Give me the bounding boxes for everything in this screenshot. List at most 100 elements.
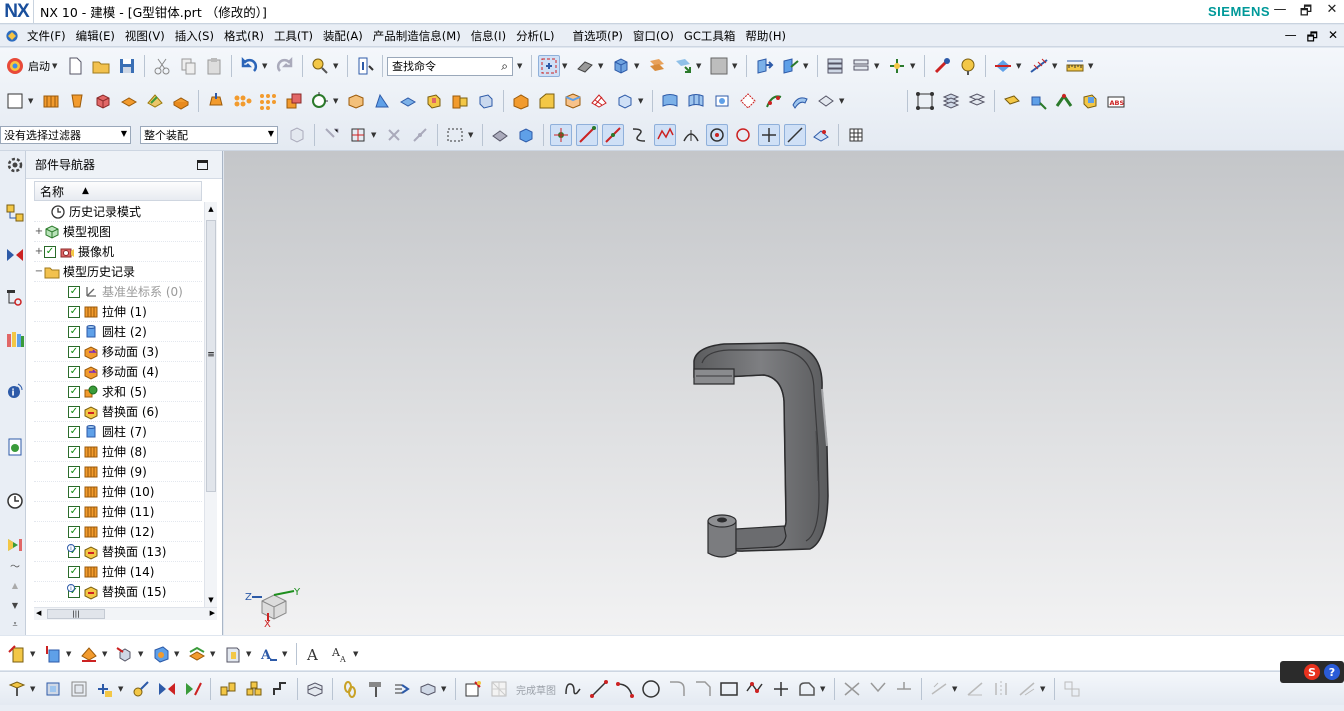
pattern-feature-icon[interactable] bbox=[205, 90, 227, 112]
table-grid-icon[interactable] bbox=[845, 124, 867, 146]
undo-icon[interactable] bbox=[238, 55, 260, 77]
feature-checkbox[interactable]: ✓ bbox=[68, 405, 80, 418]
snap-quadrant-icon[interactable] bbox=[732, 124, 754, 146]
feature-checkbox[interactable]: ✓ bbox=[68, 305, 80, 318]
paste-icon[interactable] bbox=[203, 55, 225, 77]
snap-point-icon[interactable] bbox=[347, 124, 369, 146]
tree-row[interactable]: ✓ 拉伸 (10) bbox=[34, 482, 202, 502]
color-swatch-icon[interactable] bbox=[708, 55, 730, 77]
offset-face-icon[interactable] bbox=[397, 90, 419, 112]
menu-view[interactable]: 视图(V) bbox=[120, 28, 170, 44]
menu-tools[interactable]: 工具(T) bbox=[269, 28, 318, 44]
feature-checkbox[interactable]: ✓ bbox=[68, 525, 80, 538]
sweep-icon[interactable] bbox=[763, 90, 785, 112]
pattern-grid-icon[interactable] bbox=[257, 90, 279, 112]
feature-checkbox[interactable]: ✓ bbox=[68, 485, 80, 498]
pad-icon[interactable] bbox=[118, 90, 140, 112]
text-style-icon[interactable]: A bbox=[303, 643, 325, 665]
tree-row[interactable]: ✓ 拉伸 (14) bbox=[34, 562, 202, 582]
tree-row[interactable]: ✓ 圆柱 (7) bbox=[34, 422, 202, 442]
menu-window[interactable]: 窗口(O) bbox=[628, 28, 679, 44]
text-annotation-icon[interactable]: A bbox=[258, 643, 280, 665]
tree-row[interactable]: − 模型历史记录 bbox=[34, 262, 202, 282]
pmi-dimension-icon[interactable] bbox=[6, 643, 28, 665]
feature-checkbox[interactable]: ✓ bbox=[44, 245, 56, 258]
tree-row[interactable]: i ✓ 替换面 (15) bbox=[34, 582, 202, 602]
hammer-icon[interactable] bbox=[365, 678, 387, 700]
tree-row[interactable]: + ✓ 摄像机 bbox=[34, 242, 202, 262]
tree-row[interactable]: i ✓ 替换面 (13) bbox=[34, 542, 202, 562]
move-to-layer-icon[interactable] bbox=[672, 55, 694, 77]
wrap-geometry-icon[interactable] bbox=[614, 90, 636, 112]
circle-icon[interactable] bbox=[640, 678, 662, 700]
settings-gear-icon[interactable] bbox=[3, 153, 27, 177]
layer-manager-icon[interactable] bbox=[966, 90, 988, 112]
groove-icon[interactable] bbox=[144, 90, 166, 112]
finish-sketch-label[interactable]: 完成草图 bbox=[516, 682, 556, 697]
tree-row[interactable]: ✓ 替换面 (6) bbox=[34, 402, 202, 422]
mirror-icon[interactable] bbox=[156, 678, 178, 700]
arc-icon[interactable] bbox=[614, 678, 636, 700]
mold-icon[interactable] bbox=[42, 678, 64, 700]
polygon-icon[interactable] bbox=[744, 678, 766, 700]
doc-minimize-button[interactable]: — bbox=[1285, 28, 1297, 49]
find-command-input[interactable]: 查找命令 ⌕ bbox=[387, 56, 513, 76]
layer-stack-icon[interactable] bbox=[940, 90, 962, 112]
sketch-icon[interactable] bbox=[4, 90, 26, 112]
open-folder-icon[interactable] bbox=[90, 55, 112, 77]
snap-existing-point-icon[interactable] bbox=[758, 124, 780, 146]
expand-toggle-icon[interactable]: + bbox=[34, 226, 44, 237]
n-sided-surface-icon[interactable] bbox=[737, 90, 759, 112]
tree-row[interactable]: ✓ 移动面 (4) bbox=[34, 362, 202, 382]
through-curves-icon[interactable] bbox=[659, 90, 681, 112]
text-size-icon[interactable]: AA bbox=[329, 643, 351, 665]
wcs-dynamic-icon[interactable] bbox=[779, 55, 801, 77]
history-palette-tab-icon[interactable] bbox=[3, 435, 27, 459]
general-select-icon[interactable] bbox=[383, 124, 405, 146]
scroll-left-icon[interactable]: ◀ bbox=[36, 609, 41, 617]
snap-on-surface-icon[interactable] bbox=[810, 124, 832, 146]
feature-checkbox[interactable]: ✓ bbox=[68, 345, 80, 358]
deselect-icon[interactable] bbox=[321, 124, 343, 146]
fit-view-icon[interactable] bbox=[538, 55, 560, 77]
cut-icon[interactable] bbox=[151, 55, 173, 77]
sketch-relations-icon[interactable] bbox=[1061, 678, 1083, 700]
boss-icon[interactable] bbox=[170, 90, 192, 112]
swept-surface-icon[interactable] bbox=[789, 90, 811, 112]
feature-checkbox[interactable]: ✓ bbox=[68, 425, 80, 438]
menu-gc-toolkit[interactable]: GC工具箱 bbox=[679, 28, 740, 44]
column-header-name[interactable]: 名称 ▲ bbox=[34, 181, 202, 201]
help-icon[interactable]: ? bbox=[1324, 664, 1340, 680]
menu-information[interactable]: 信息(I) bbox=[466, 28, 511, 44]
emboss-icon[interactable] bbox=[423, 90, 445, 112]
select-body-icon[interactable] bbox=[489, 124, 511, 146]
tree-horizontal-scrollbar[interactable]: ◀ ||| ▶ bbox=[34, 607, 217, 620]
new-file-icon[interactable] bbox=[64, 55, 86, 77]
snap-pin-icon[interactable] bbox=[130, 678, 152, 700]
feature-checkbox[interactable]: ✓ bbox=[68, 325, 80, 338]
snap-mid-point-icon[interactable] bbox=[576, 124, 598, 146]
rapid-dimension-icon[interactable] bbox=[928, 678, 950, 700]
redo-icon[interactable] bbox=[274, 55, 296, 77]
pmi-feature-control-icon[interactable] bbox=[42, 643, 64, 665]
add-point-icon[interactable] bbox=[94, 678, 116, 700]
weld-symbol-icon[interactable] bbox=[186, 643, 208, 665]
menu-edit[interactable]: 编辑(E) bbox=[71, 28, 120, 44]
snap-end-point-icon[interactable] bbox=[550, 124, 572, 146]
minimize-button[interactable]: — bbox=[1272, 2, 1288, 24]
datum-feature-icon[interactable] bbox=[78, 643, 100, 665]
doc-restore-button[interactable]: 🗗 bbox=[1307, 28, 1318, 49]
shell-icon[interactable] bbox=[345, 90, 367, 112]
menu-insert[interactable]: 插入(S) bbox=[170, 28, 219, 44]
tree-row[interactable]: ✓ 拉伸 (1) bbox=[34, 302, 202, 322]
roller-icon[interactable] bbox=[6, 678, 28, 700]
create-sketch-icon[interactable] bbox=[462, 678, 484, 700]
menu-preferences[interactable]: 首选项(P) bbox=[567, 28, 627, 44]
feature-checkbox[interactable]: ✓ bbox=[68, 445, 80, 458]
maximize-icon[interactable] bbox=[197, 160, 208, 170]
label-icon[interactable] bbox=[1001, 90, 1023, 112]
scroll-thumb[interactable]: ||| bbox=[47, 609, 105, 619]
command-finder-icon[interactable] bbox=[309, 55, 331, 77]
snap-center-icon[interactable] bbox=[706, 124, 728, 146]
restore-button[interactable]: 🗗 bbox=[1298, 2, 1314, 24]
